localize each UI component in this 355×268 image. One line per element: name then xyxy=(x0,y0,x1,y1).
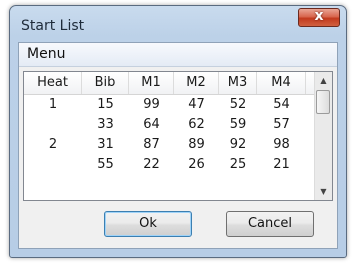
cell-m3: 25 xyxy=(229,157,247,172)
cell-m2: 89 xyxy=(188,137,205,152)
cell-m1: 99 xyxy=(143,97,160,112)
cell-bib: 31 xyxy=(97,137,114,152)
table-header: Heat Bib M1 M2 M3 M4 xyxy=(24,72,316,95)
column-header-m4[interactable]: M4 xyxy=(257,72,306,94)
close-icon: x xyxy=(314,8,324,24)
scrollbar-thumb[interactable] xyxy=(316,90,330,114)
cell-m4: 54 xyxy=(273,97,290,112)
vertical-scrollbar[interactable]: ▲ ▼ xyxy=(314,72,332,200)
dialog-client-area: Menu Heat Bib M1 M2 M3 M4 1 15 99 47 52 … xyxy=(18,42,338,249)
menu-item-menu[interactable]: Menu xyxy=(27,46,65,62)
cell-m3: 59 xyxy=(229,117,247,132)
cell-m2: 47 xyxy=(188,97,205,112)
cell-heat: 1 xyxy=(48,97,58,112)
window-title: Start List xyxy=(21,18,85,34)
title-bar[interactable]: Start List x xyxy=(10,6,346,42)
cell-heat xyxy=(24,155,82,174)
cell-m2: 62 xyxy=(188,117,205,132)
table-row[interactable]: 33 64 62 59 57 xyxy=(24,115,316,134)
column-header-m3[interactable]: M3 xyxy=(219,72,257,94)
column-header-heat[interactable]: Heat xyxy=(24,72,82,94)
column-header-bib[interactable]: Bib xyxy=(82,72,129,94)
cell-m4: 21 xyxy=(273,157,290,172)
table-row[interactable]: 1 15 99 47 52 54 xyxy=(24,95,316,114)
cell-heat: 2 xyxy=(48,137,58,152)
column-header-m2[interactable]: M2 xyxy=(174,72,219,94)
start-list-table[interactable]: Heat Bib M1 M2 M3 M4 1 15 99 47 52 54 33… xyxy=(23,71,333,201)
cell-m4: 98 xyxy=(273,137,290,152)
cancel-button[interactable]: Cancel xyxy=(226,211,314,237)
table-row[interactable]: 55 22 26 25 21 xyxy=(24,155,316,174)
scroll-up-icon[interactable]: ▲ xyxy=(315,72,332,89)
cell-m3: 92 xyxy=(229,137,247,152)
cell-m4: 57 xyxy=(273,117,290,132)
ok-button[interactable]: Ok xyxy=(104,211,192,237)
cell-m3: 52 xyxy=(229,97,247,112)
cell-bib: 15 xyxy=(97,97,114,112)
column-header-m1[interactable]: M1 xyxy=(129,72,174,94)
scroll-down-icon[interactable]: ▼ xyxy=(315,183,332,200)
cell-m2: 26 xyxy=(188,157,205,172)
start-list-window: Start List x Menu Heat Bib M1 M2 M3 M4 1… xyxy=(9,5,347,258)
cell-bib: 55 xyxy=(97,157,114,172)
cell-bib: 33 xyxy=(97,117,114,132)
cell-m1: 22 xyxy=(143,157,160,172)
cell-m1: 64 xyxy=(143,117,160,132)
menu-bar: Menu xyxy=(19,43,337,67)
table-row[interactable]: 2 31 87 89 92 98 xyxy=(24,135,316,154)
close-button[interactable]: x xyxy=(298,8,340,27)
cell-heat xyxy=(24,115,82,134)
cell-m1: 87 xyxy=(143,137,160,152)
